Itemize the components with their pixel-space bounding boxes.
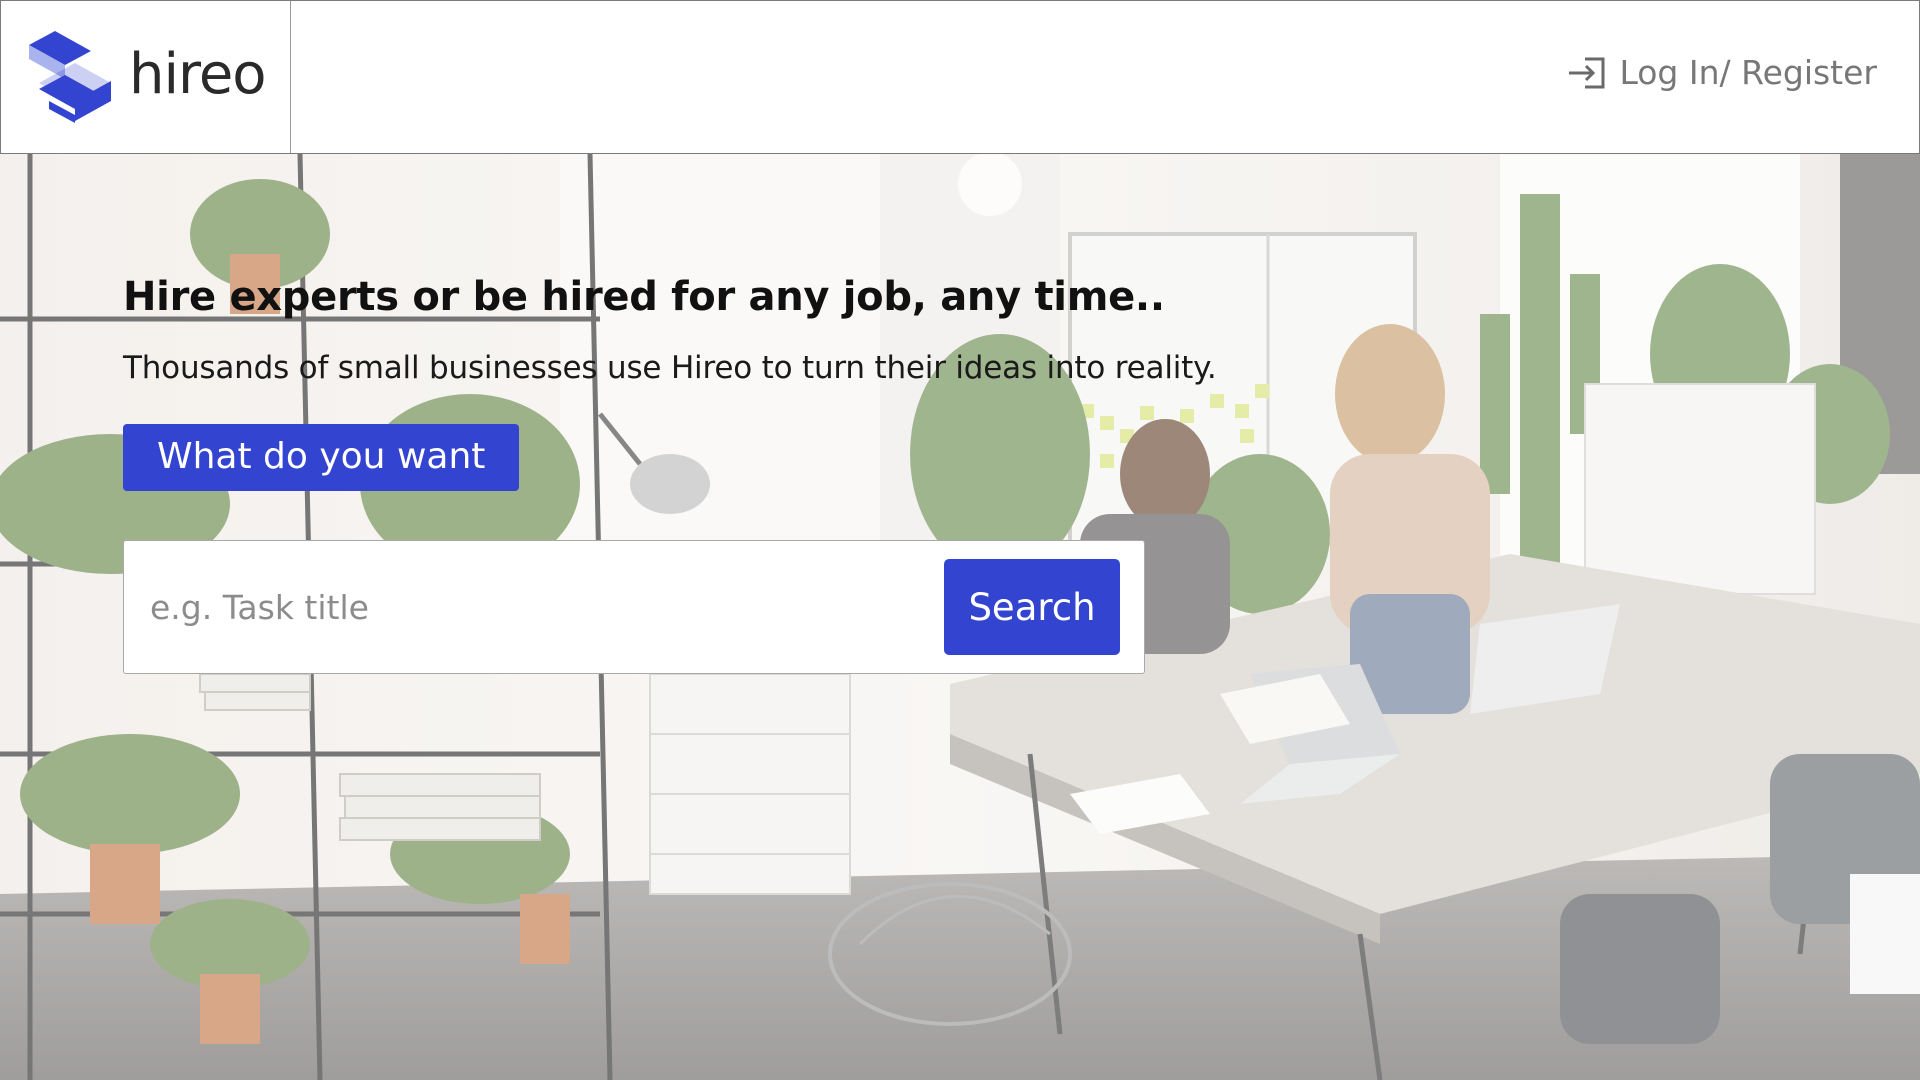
logo[interactable]: hireo [1, 1, 291, 153]
hero-headline: Hire experts or be hired for any job, an… [123, 274, 1165, 320]
brand-name: hireo [129, 42, 267, 107]
hero-section: Hire experts or be hired for any job, an… [0, 154, 1920, 1080]
site-header: hireo Log In/ Register [0, 0, 1920, 154]
search-button[interactable]: Search [944, 559, 1120, 655]
login-register-label: Log In/ Register [1619, 53, 1877, 92]
search-input[interactable] [148, 573, 892, 641]
search-bar: Search [123, 540, 1145, 674]
hero-content: Hire experts or be hired for any job, an… [123, 274, 1223, 491]
what-do-you-want-button[interactable]: What do you want [123, 424, 520, 491]
hero-subline: Thousands of small businesses use Hireo … [123, 350, 1217, 386]
login-register-link[interactable]: Log In/ Register [1567, 53, 1877, 92]
login-arrow-icon [1569, 57, 1605, 88]
hireo-logo-icon [29, 31, 111, 123]
